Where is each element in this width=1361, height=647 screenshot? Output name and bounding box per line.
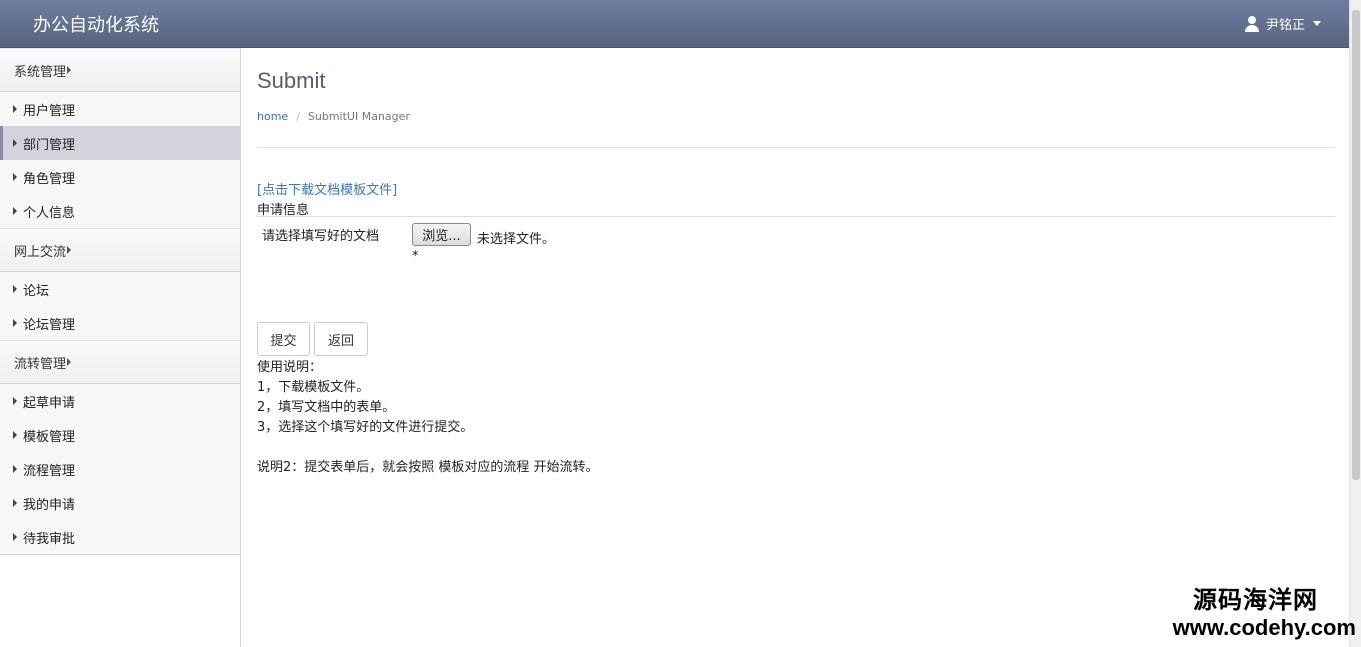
scrollbar-thumb[interactable] bbox=[1352, 10, 1360, 480]
divider bbox=[257, 147, 1335, 148]
download-template-link[interactable]: [点击下载文档模板文件] bbox=[257, 179, 397, 198]
breadcrumb-home-link[interactable]: home bbox=[257, 110, 288, 123]
sidebar-item-pending-approval[interactable]: 待我审批 bbox=[0, 520, 240, 554]
sidebar-item-label: 起草申请 bbox=[23, 395, 76, 411]
main-content: Submit home / SubmitUI Manager [点击下载文档模板… bbox=[241, 48, 1349, 647]
caret-right-icon bbox=[13, 173, 17, 181]
caret-right-icon bbox=[13, 207, 17, 215]
sidebar-group-label: 网上交流 bbox=[14, 244, 67, 260]
sidebar-group-communication[interactable]: 网上交流 bbox=[0, 228, 240, 272]
sidebar-item-label: 我的申请 bbox=[23, 497, 76, 513]
sidebar-item-label: 论坛 bbox=[23, 283, 50, 299]
breadcrumb-current: SubmitUI Manager bbox=[307, 110, 410, 123]
sidebar-item-draft[interactable]: 起草申请 bbox=[0, 384, 240, 418]
instruction-note: 说明2：提交表单后，就会按照 模板对应的流程 开始流转。 bbox=[257, 460, 599, 475]
sidebar-item-templates[interactable]: 模板管理 bbox=[0, 418, 240, 452]
chevron-right-icon bbox=[67, 66, 72, 74]
breadcrumb: home / SubmitUI Manager bbox=[257, 110, 410, 123]
sidebar-item-departments[interactable]: 部门管理 bbox=[0, 126, 240, 160]
instruction-step: 1，下载模板文件。 bbox=[257, 380, 370, 395]
sidebar-item-label: 部门管理 bbox=[23, 137, 76, 153]
caret-right-icon bbox=[13, 319, 17, 327]
instruction-step: 3，选择这个填写好的文件进行提交。 bbox=[257, 420, 474, 435]
instructions: 使用说明： 1，下载模板文件。 2，填写文档中的表单。 3，选择这个填写好的文件… bbox=[257, 358, 599, 478]
sidebar-item-users[interactable]: 用户管理 bbox=[0, 92, 240, 126]
sidebar-item-label: 待我审批 bbox=[23, 531, 76, 547]
sidebar-item-label: 论坛管理 bbox=[23, 317, 76, 333]
browse-file-button[interactable]: 浏览... bbox=[412, 223, 471, 246]
user-menu[interactable]: 尹铭正 bbox=[1244, 14, 1321, 33]
sidebar-group-label: 流转管理 bbox=[14, 356, 67, 372]
caret-right-icon bbox=[13, 285, 17, 293]
sidebar-item-label: 用户管理 bbox=[23, 103, 76, 119]
sidebar-item-label: 角色管理 bbox=[23, 171, 76, 187]
caret-right-icon bbox=[13, 397, 17, 405]
instruction-step: 2，填写文档中的表单。 bbox=[257, 400, 396, 415]
divider bbox=[257, 216, 1335, 217]
caret-right-icon bbox=[13, 105, 17, 113]
sidebar-item-label: 模板管理 bbox=[23, 429, 76, 445]
caret-right-icon bbox=[13, 465, 17, 473]
submit-button[interactable]: 提交 bbox=[257, 322, 310, 356]
chevron-right-icon bbox=[67, 358, 72, 366]
chevron-right-icon bbox=[67, 246, 72, 254]
file-status-text: 未选择文件。 bbox=[477, 232, 556, 247]
caret-right-icon bbox=[13, 533, 17, 541]
caret-right-icon bbox=[13, 139, 17, 147]
top-navbar: 办公自动化系统 尹铭正 bbox=[0, 0, 1349, 48]
sidebar-item-roles[interactable]: 角色管理 bbox=[0, 160, 240, 194]
required-mark: * bbox=[412, 249, 419, 264]
watermark-line2: www.codehy.com bbox=[1172, 615, 1356, 640]
sidebar-group-label: 系统管理 bbox=[14, 64, 67, 80]
breadcrumb-separator: / bbox=[296, 110, 300, 123]
sidebar-item-my-requests[interactable]: 我的申请 bbox=[0, 486, 240, 520]
file-field-label: 请选择填写好的文档 bbox=[262, 229, 380, 244]
caret-right-icon bbox=[13, 499, 17, 507]
user-icon bbox=[1244, 15, 1260, 32]
watermark: 源码海洋网 www.codehy.com bbox=[1173, 580, 1356, 641]
sidebar-item-profile[interactable]: 个人信息 bbox=[0, 194, 240, 228]
app-title[interactable]: 办公自动化系统 bbox=[33, 11, 159, 37]
sidebar-item-forum-admin[interactable]: 论坛管理 bbox=[0, 306, 240, 340]
caret-right-icon bbox=[13, 431, 17, 439]
vertical-scrollbar[interactable] bbox=[1349, 0, 1361, 647]
sidebar-item-forum[interactable]: 论坛 bbox=[0, 272, 240, 306]
sidebar-item-label: 流程管理 bbox=[23, 463, 76, 479]
sidebar-item-label: 个人信息 bbox=[23, 205, 76, 221]
watermark-line1: 源码海洋网 bbox=[1193, 586, 1318, 614]
sidebar-group-system[interactable]: 系统管理 bbox=[0, 48, 240, 92]
chevron-down-icon bbox=[1313, 21, 1321, 26]
back-button[interactable]: 返回 bbox=[314, 322, 368, 356]
page-title: Submit bbox=[257, 68, 326, 93]
instructions-title: 使用说明： bbox=[257, 360, 323, 375]
sidebar: 系统管理 用户管理 部门管理 角色管理 个人信息 网上交流 论坛 论坛管理 流转… bbox=[0, 48, 241, 647]
sidebar-group-workflow[interactable]: 流转管理 bbox=[0, 340, 240, 384]
user-name: 尹铭正 bbox=[1265, 18, 1305, 33]
sidebar-item-processes[interactable]: 流程管理 bbox=[0, 452, 240, 486]
